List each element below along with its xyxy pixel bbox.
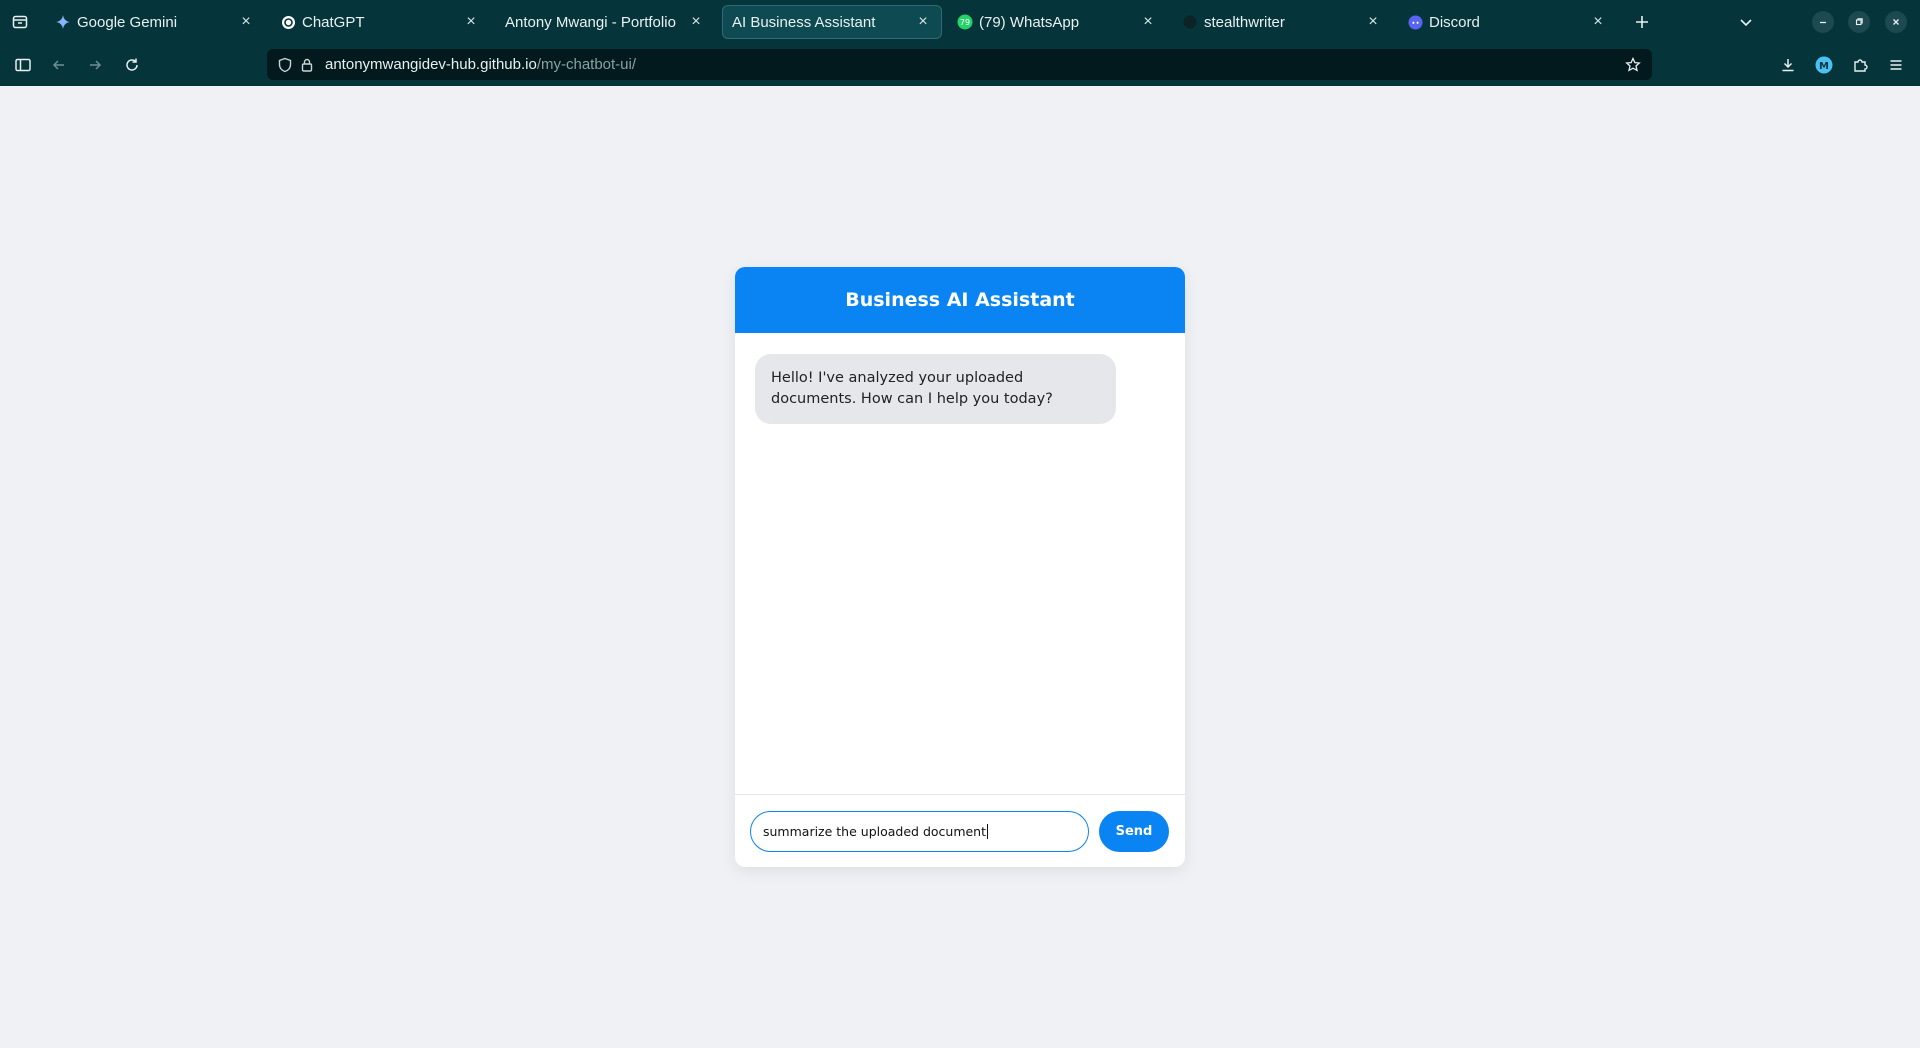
bot-message: Hello! I've analyzed your uploaded docum… (755, 354, 1116, 424)
downloads-button[interactable] (1774, 51, 1802, 79)
tab-title: Antony Mwangi - Portfolio (505, 13, 676, 31)
shield-icon[interactable] (275, 55, 295, 75)
sidebar-toggle-button[interactable] (9, 51, 37, 79)
forward-button[interactable] (81, 51, 109, 79)
tab-close-icon[interactable]: × (1589, 13, 1607, 31)
tab-title: Google Gemini (77, 13, 178, 31)
arrow-right-icon (90, 60, 102, 70)
close-window-button[interactable] (1885, 11, 1907, 33)
back-button[interactable] (45, 51, 73, 79)
tab-close-icon[interactable]: × (1364, 13, 1382, 31)
whatsapp-badge: 79 (960, 18, 970, 27)
lock-icon[interactable] (297, 55, 317, 75)
tab-close-icon[interactable]: × (237, 13, 255, 31)
tab-title: stealthwriter (1204, 13, 1285, 31)
avatar-initial: M (1819, 61, 1829, 72)
bookmark-star-icon[interactable] (1622, 54, 1644, 76)
minimize-button[interactable] (1812, 11, 1834, 33)
address-bar[interactable]: antonymwangidev-hub.github.io/my-chatbot… (267, 49, 1652, 80)
chat-messages: Hello! I've analyzed your uploaded docum… (735, 333, 1185, 761)
tab-overview-icon (12, 15, 28, 29)
puzzle-icon (1854, 59, 1868, 72)
menu-button[interactable] (1882, 51, 1910, 79)
restore-icon (1855, 18, 1863, 26)
chat-widget: Business AI Assistant Hello! I've analyz… (735, 267, 1185, 867)
tab-title: Discord (1429, 13, 1480, 31)
tab-ai-business-assistant[interactable]: AI Business Assistant × (722, 5, 942, 39)
tab-bar: Google Gemini × ChatGPT × Antony Mwangi … (0, 0, 1920, 44)
list-all-tabs-button[interactable] (1732, 8, 1760, 36)
tab-close-icon[interactable]: × (687, 13, 705, 31)
url-path: /my-chatbot-ui/ (536, 56, 637, 73)
gemini-icon (55, 14, 71, 30)
url-text: antonymwangidev-hub.github.io/my-chatbot… (325, 56, 636, 73)
text-caret (987, 824, 989, 839)
sidebar-icon (15, 58, 31, 72)
chat-header: Business AI Assistant (735, 267, 1185, 333)
chatgpt-icon (280, 14, 296, 30)
navigation-toolbar: antonymwangidev-hub.github.io/my-chatbot… (0, 44, 1920, 86)
tab-overview-button[interactable] (4, 8, 36, 36)
url-host: antonymwangidev-hub.github.io (325, 56, 537, 73)
hamburger-icon (1890, 60, 1902, 70)
download-icon (1782, 59, 1794, 72)
plus-icon (1636, 16, 1648, 28)
tab-close-icon[interactable]: × (1139, 13, 1157, 31)
tab-portfolio[interactable]: Antony Mwangi - Portfolio × (495, 5, 715, 39)
chevron-down-icon (1740, 19, 1752, 27)
tab-discord[interactable]: Discord × (1397, 5, 1617, 39)
tab-whatsapp[interactable]: 79 (79) WhatsApp × (947, 5, 1167, 39)
message-input-value: summarize the uploaded document (763, 824, 987, 839)
reload-button[interactable] (118, 51, 146, 79)
restore-button[interactable] (1848, 11, 1870, 33)
tab-stealthwriter[interactable]: stealthwriter × (1172, 5, 1392, 39)
extensions-button[interactable] (1846, 51, 1874, 79)
send-button[interactable]: Send (1099, 811, 1169, 852)
minimize-icon (1820, 21, 1826, 24)
arrow-left-icon (52, 60, 64, 70)
chat-input-area: summarize the uploaded document Send (735, 794, 1185, 867)
tab-close-icon[interactable]: × (914, 13, 932, 31)
tab-chatgpt[interactable]: ChatGPT × (270, 5, 490, 39)
avatar: M (1815, 56, 1833, 74)
discord-icon (1407, 14, 1423, 30)
new-tab-button[interactable] (1628, 8, 1656, 36)
tab-title: ChatGPT (302, 13, 365, 31)
close-icon (1893, 19, 1899, 25)
tab-title: (79) WhatsApp (979, 13, 1080, 31)
message-input[interactable]: summarize the uploaded document (750, 811, 1089, 852)
tab-google-gemini[interactable]: Google Gemini × (45, 5, 265, 39)
tab-title: AI Business Assistant (732, 13, 876, 31)
stealthwriter-icon (1182, 14, 1198, 30)
chat-title: Business AI Assistant (845, 289, 1075, 311)
account-button[interactable]: M (1810, 51, 1838, 79)
whatsapp-icon: 79 (957, 14, 973, 30)
tab-close-icon[interactable]: × (462, 13, 480, 31)
reload-icon (126, 58, 138, 71)
